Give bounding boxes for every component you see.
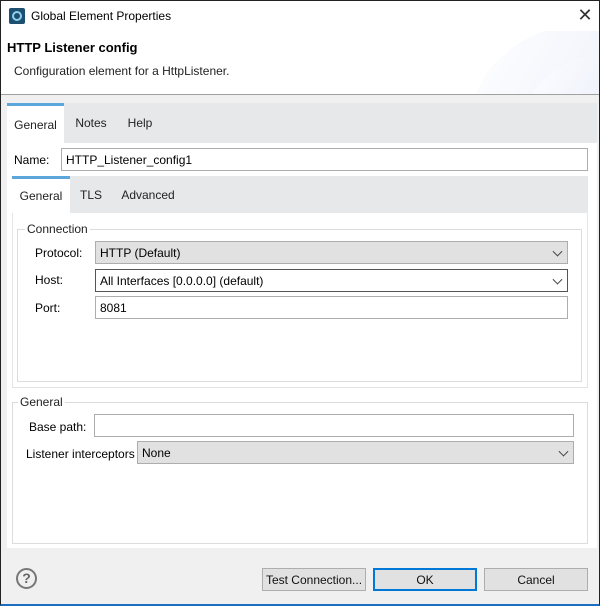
close-icon[interactable]: ✕ [575, 5, 595, 25]
ok-button[interactable]: OK [373, 568, 477, 591]
inner-tab-bar: General TLS Advanced [12, 176, 588, 213]
outer-tab-bar: General Notes Help [7, 103, 597, 143]
page-title: HTTP Listener config [7, 40, 138, 55]
chevron-down-icon [552, 246, 563, 257]
host-label: Host: [35, 273, 64, 287]
question-circle-icon[interactable]: ? [16, 568, 37, 589]
window-title: Global Element Properties [31, 9, 172, 23]
name-value: HTTP_Listener_config1 [66, 152, 193, 167]
inner-tab-general[interactable]: General [12, 176, 70, 213]
chevron-down-icon [552, 274, 563, 285]
inner-tab-tls[interactable]: TLS [74, 176, 108, 213]
port-value: 8081 [100, 300, 127, 315]
chevron-down-icon [558, 446, 569, 457]
protocol-dropdown[interactable]: HTTP (Default) [95, 241, 568, 264]
tab-general[interactable]: General [7, 103, 64, 143]
name-label: Name: [14, 153, 50, 167]
port-input[interactable]: 8081 [95, 296, 568, 319]
test-connection-button[interactable]: Test Connection... [262, 568, 366, 591]
protocol-label: Protocol: [35, 246, 83, 260]
title-bar: Global Element Properties ✕ [1, 1, 599, 31]
tab-label: General [14, 117, 57, 132]
tab-label: TLS [79, 187, 102, 202]
protocol-value: HTTP (Default) [100, 245, 181, 260]
base-path-input[interactable] [94, 414, 574, 437]
inner-tab-advanced[interactable]: Advanced [116, 176, 180, 213]
tab-label: Advanced [121, 187, 175, 202]
name-input[interactable]: HTTP_Listener_config1 [61, 148, 588, 171]
cancel-button[interactable]: Cancel [484, 568, 588, 591]
page-description: Configuration element for a HttpListener… [14, 64, 230, 78]
mule-app-icon [9, 8, 25, 24]
host-combobox[interactable]: All Interfaces [0.0.0.0] (default) [95, 269, 568, 292]
interceptors-value: None [142, 445, 171, 460]
tab-label: Notes [75, 116, 107, 130]
listener-interceptors-dropdown[interactable]: None [137, 441, 574, 464]
tab-label: Help [127, 116, 153, 130]
tab-label: General [19, 189, 63, 203]
host-value: All Interfaces [0.0.0.0] (default) [100, 273, 264, 288]
general-legend: General [18, 395, 65, 409]
tab-notes[interactable]: Notes [67, 103, 115, 143]
base-path-label: Base path: [29, 420, 87, 434]
tab-help[interactable]: Help [119, 103, 161, 143]
listener-interceptors-label: Listener interceptors [26, 447, 135, 461]
connection-legend: Connection [25, 222, 90, 236]
dialog-header: HTTP Listener config Configuration eleme… [1, 31, 599, 95]
port-label: Port: [35, 301, 61, 315]
